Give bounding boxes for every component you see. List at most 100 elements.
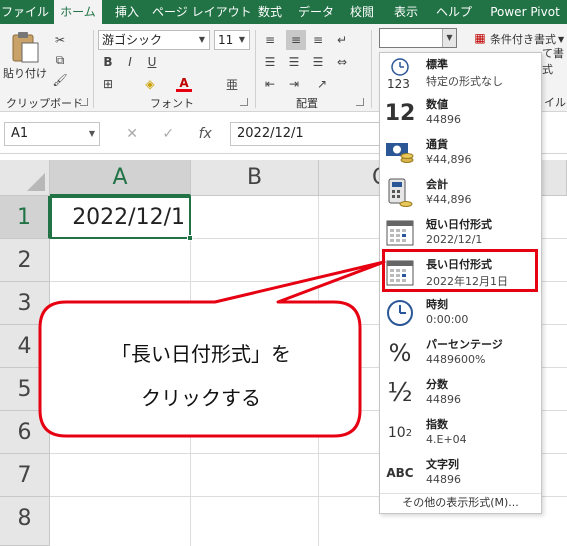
enter-icon[interactable]: ✓ (162, 126, 174, 142)
currency-icon (384, 137, 416, 169)
cancel-icon[interactable]: ✕ (126, 126, 138, 142)
tab-data[interactable]: データ (294, 0, 338, 24)
n123-glyph: 123 (387, 77, 410, 89)
menu-item-sample: 44896 (426, 113, 461, 126)
fill-color-icon[interactable]: ◈ (142, 76, 158, 92)
menu-item-title: パーセンテージ (426, 338, 503, 351)
insert-function-icon[interactable]: fx (199, 126, 212, 142)
tab-power-pivot[interactable]: Power Pivot (484, 0, 566, 24)
number-format-combo[interactable]: ▼ (379, 28, 457, 48)
group-label-font: フォント (150, 97, 194, 110)
tab-view[interactable]: 表示 (386, 0, 426, 24)
callout-line-1: 「長い日付形式」を (111, 342, 291, 366)
column-header-a[interactable]: A (50, 160, 191, 196)
fraction-icon: ½ (387, 378, 413, 408)
wrap-text-icon[interactable]: ↵ (334, 32, 350, 48)
name-box[interactable]: A1 ▼ (4, 122, 100, 146)
copy-icon[interactable]: ⧉ (52, 52, 68, 68)
menu-item-percentage[interactable]: % パーセンテージ 4489600% (380, 333, 541, 373)
orientation-icon[interactable]: ↗ (314, 76, 330, 92)
font-color-icon[interactable]: A (176, 76, 192, 92)
tab-review[interactable]: 校閲 (342, 0, 382, 24)
cell-a1[interactable]: 2022/12/1 (50, 196, 191, 239)
row-header-2[interactable]: 2 (0, 239, 50, 282)
exponent-power: 2 (405, 427, 413, 439)
group-label-alignment: 配置 (296, 97, 318, 110)
font-name-combo[interactable]: 游ゴシック ▼ (98, 30, 210, 50)
menu-item-general[interactable]: 123 標準 特定の形式なし (380, 53, 541, 93)
align-top-icon[interactable]: ≡ (262, 32, 278, 48)
menu-item-title: 標準 (426, 58, 448, 71)
menu-item-text[interactable]: ABC 文字列 44896 (380, 453, 541, 493)
menu-item-sample: 4489600% (426, 353, 486, 366)
italic-button[interactable]: I (122, 54, 138, 70)
callout-text: 「長い日付形式」を クリックする (40, 316, 362, 436)
underline-button[interactable]: U (144, 54, 160, 70)
menu-item-short-date[interactable]: 短い日付形式 2022/12/1 (380, 213, 541, 253)
row-header-1[interactable]: 1 (0, 196, 50, 239)
alignment-launcher-icon[interactable] (356, 98, 364, 106)
tab-insert[interactable]: 挿入 (106, 0, 148, 24)
row-header-7[interactable]: 7 (0, 454, 50, 497)
decrease-indent-icon[interactable]: ⇤ (262, 76, 278, 92)
formula-input[interactable]: 2022/12/1 (230, 122, 380, 146)
row-header-8[interactable]: 8 (0, 497, 50, 546)
conditional-format-icon[interactable]: ▦ (472, 30, 488, 46)
font-size-combo[interactable]: 11 ▼ (214, 30, 250, 50)
menu-item-title: 時刻 (426, 298, 448, 311)
ribbon-tab-bar: ファイル ホーム 挿入 ページ レイアウト 数式 データ 校閲 表示 ヘルプ P… (0, 0, 567, 25)
menu-item-sample: 44896 (426, 393, 461, 406)
menu-item-sample: ¥44,896 (426, 153, 472, 166)
paste-icon[interactable] (6, 30, 44, 64)
fill-handle[interactable] (187, 235, 193, 241)
align-center-icon[interactable]: ☰ (286, 54, 302, 70)
group-divider (255, 30, 256, 108)
menu-item-currency[interactable]: 通貨 ¥44,896 (380, 133, 541, 173)
tab-help[interactable]: ヘルプ (430, 0, 478, 24)
menu-item-accounting[interactable]: 会計 ¥44,896 (380, 173, 541, 213)
menu-item-title: 数値 (426, 98, 448, 111)
menu-item-scientific[interactable]: 10 2 指数 4.E+04 (380, 413, 541, 453)
tab-home[interactable]: ホーム (54, 0, 102, 25)
increase-indent-icon[interactable]: ⇥ (286, 76, 302, 92)
chevron-down-icon[interactable]: ▼ (89, 123, 95, 145)
format-painter-icon[interactable]: 🖌 (52, 72, 68, 88)
formula-buttons: ✕ ✓ fx (114, 122, 224, 146)
tab-file[interactable]: ファイル (0, 0, 50, 24)
format-as-table-partial[interactable]: て書式 (542, 47, 567, 76)
menu-item-title: 短い日付形式 (426, 218, 492, 231)
menu-item-title: 会計 (426, 178, 448, 191)
align-right-icon[interactable]: ☰ (310, 54, 326, 70)
chevron-down-icon[interactable]: ▼ (442, 29, 456, 47)
clipboard-launcher-icon[interactable] (80, 98, 88, 106)
menu-item-sample: ¥44,896 (426, 193, 472, 206)
select-all-button[interactable] (0, 160, 50, 196)
menu-item-fraction[interactable]: ½ 分数 44896 (380, 373, 541, 413)
align-bottom-icon[interactable]: ≡ (310, 32, 326, 48)
bold-button[interactable]: B (100, 54, 116, 70)
cut-icon[interactable]: ✂ (52, 32, 68, 48)
menu-item-sample: 特定の形式なし (426, 75, 503, 88)
chevron-down-icon[interactable]: ▼ (235, 31, 249, 49)
tab-formulas[interactable]: 数式 (250, 0, 290, 24)
calendar-short-icon (384, 217, 416, 249)
menu-item-time[interactable]: 時刻 0:00:00 (380, 293, 541, 333)
menu-item-title: 分数 (426, 378, 448, 391)
align-left-icon[interactable]: ☰ (262, 54, 278, 70)
tab-page-layout[interactable]: ページ レイアウト (152, 0, 252, 24)
font-launcher-icon[interactable] (240, 98, 248, 106)
menu-item-number[interactable]: 12 数値 44896 (380, 93, 541, 133)
paste-label: 貼り付け (3, 67, 47, 80)
callout-line-2: クリックする (141, 386, 261, 410)
more-number-formats-link[interactable]: その他の表示形式(M)... (380, 493, 541, 513)
align-middle-icon[interactable]: ≡ (286, 30, 306, 50)
menu-item-sample: 44896 (426, 473, 461, 486)
merge-center-icon[interactable]: ⇔ (334, 54, 350, 70)
phonetic-icon[interactable]: 亜 (224, 76, 240, 92)
menu-item-sample: 4.E+04 (426, 433, 467, 446)
column-header-b[interactable]: B (191, 160, 319, 196)
borders-icon[interactable]: ⊞ (100, 76, 116, 92)
font-name-value: 游ゴシック (102, 33, 163, 47)
chevron-down-icon[interactable]: ▼ (195, 31, 209, 49)
menu-item-sample: 2022/12/1 (426, 233, 483, 246)
